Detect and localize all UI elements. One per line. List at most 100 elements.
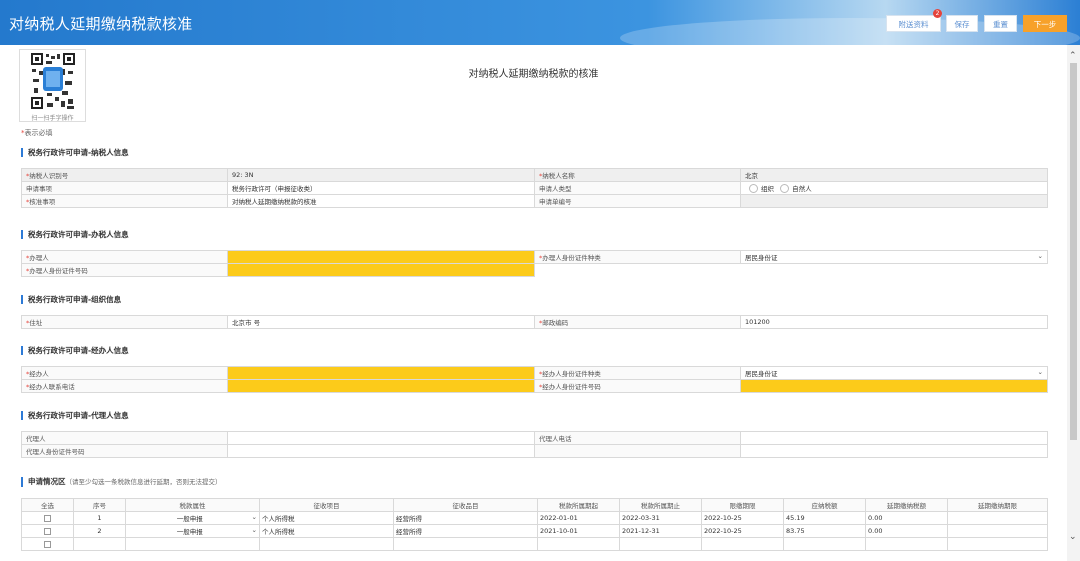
row-to: 2021-12-31 <box>619 524 702 538</box>
handler-idno-input[interactable] <box>227 263 535 277</box>
row-checkbox[interactable] <box>21 524 74 538</box>
agent-idno-input[interactable] <box>740 379 1048 393</box>
table-row: 2 一般申报 ⌄ 个人所得税 经营所得 2021-10-01 2021-12-31… <box>21 524 1048 538</box>
scroll-up-icon[interactable]: ⌃ <box>1069 51 1077 61</box>
app-header: 对纳税人延期缴纳税款核准 附送资料 2 保存 重置 下一步 <box>0 0 1080 45</box>
empty-cell <box>73 537 126 551</box>
row-to: 2022-03-31 <box>619 511 702 525</box>
row-delay-limit[interactable] <box>947 524 1048 538</box>
proxy-idno-input[interactable] <box>227 444 535 458</box>
empty-cell <box>783 537 866 551</box>
agent-label: *经办人 <box>21 366 228 380</box>
section-apply: 申请情况区（请至少勾选一条税款信息进行延期，否则无法提交） <box>21 477 222 487</box>
attach-docs-button[interactable]: 附送资料 <box>886 15 941 32</box>
proxy-phone-label: 代理人电话 <box>534 431 741 445</box>
agent-phone-label: *经办人联系电话 <box>21 379 228 393</box>
document-title: 对纳税人延期缴纳税款的核准 <box>468 69 599 80</box>
empty-cell <box>741 264 1048 277</box>
table-row: *纳税人识别号 92: 3N *纳税人名称 北京 <box>21 168 1048 182</box>
checkbox-icon[interactable] <box>44 540 51 548</box>
postcode-label: *邮政编码 <box>534 315 741 329</box>
row-delay-tax[interactable]: 0.00 <box>865 524 948 538</box>
proxy-label: 代理人 <box>21 431 228 445</box>
handler-input[interactable] <box>227 250 535 264</box>
next-step-button[interactable]: 下一步 <box>1023 15 1067 32</box>
table-row: *经办人联系电话 *经办人身份证件号码 <box>21 379 1048 393</box>
col-item: 征收项目 <box>259 498 394 512</box>
row-checkbox[interactable] <box>21 511 74 525</box>
required-note: *表示必填 <box>21 128 53 138</box>
taxpayer-name-value: 北京 <box>740 168 1048 182</box>
row-no: 1 <box>73 511 126 525</box>
proxy-idno-label: 代理人身份证件号码 <box>21 444 228 458</box>
agent-input[interactable] <box>227 366 535 380</box>
save-button[interactable]: 保存 <box>946 15 978 32</box>
proxy-phone-input[interactable] <box>740 431 1048 445</box>
attach-count-badge: 2 <box>933 9 942 18</box>
table-row: *核准事项 对纳税人延期缴纳税款的核准 申请单编号 <box>21 194 1048 208</box>
section-handler: 税务行政许可申请-办税人信息 <box>21 230 129 239</box>
row-tax: 83.75 <box>783 524 866 538</box>
row-sub: 经营所得 <box>393 524 538 538</box>
handler-idtype-label: *办理人身份证件种类 <box>534 250 741 264</box>
handler-table: *办理人 *办理人身份证件种类 居民身份证 ⌄ *办理人身份证件号码 <box>21 250 1048 277</box>
empty-cell <box>740 444 1048 458</box>
empty-cell <box>947 537 1048 551</box>
row-item: 个人所得税 <box>259 524 394 538</box>
row-no: 2 <box>73 524 126 538</box>
handler-label: *办理人 <box>21 250 228 264</box>
empty-cell <box>125 537 260 551</box>
row-sub: 经营所得 <box>393 511 538 525</box>
radio-org-label: 组织 <box>761 184 774 193</box>
table-row: 代理人身份证件号码 <box>21 444 1048 458</box>
taxpayer-id-label: *纳税人识别号 <box>21 168 228 182</box>
row-tax: 45.19 <box>783 511 866 525</box>
empty-cell <box>259 537 394 551</box>
agent-idtype-select[interactable]: 居民身份证 ⌄ <box>740 366 1048 380</box>
agent-idno-label: *经办人身份证件号码 <box>534 379 741 393</box>
table-row <box>21 537 1048 551</box>
proxy-input[interactable] <box>227 431 535 445</box>
qr-code-panel: 扫一扫手字操作 <box>19 49 86 122</box>
col-no: 序号 <box>73 498 126 512</box>
order-no-value <box>740 194 1048 208</box>
row-limit: 2022-10-25 <box>701 511 784 525</box>
row-from: 2021-10-01 <box>537 524 620 538</box>
row-attr-select[interactable]: 一般申报 ⌄ <box>125 511 260 525</box>
row-from: 2022-01-01 <box>537 511 620 525</box>
empty-cell <box>393 537 538 551</box>
row-attr-select[interactable]: 一般申报 ⌄ <box>125 524 260 538</box>
reset-button[interactable]: 重置 <box>984 15 1017 32</box>
col-delay-tax: 延期缴纳税额 <box>865 498 948 512</box>
table-row: 代理人 代理人电话 <box>21 431 1048 445</box>
vertical-scrollbar[interactable]: ⌃ ⌄ <box>1067 45 1080 561</box>
chevron-down-icon: ⌄ <box>251 513 257 521</box>
row-item: 个人所得税 <box>259 511 394 525</box>
checkbox-icon[interactable] <box>44 527 51 535</box>
handler-idtype-select[interactable]: 居民身份证 ⌄ <box>740 250 1048 264</box>
address-input[interactable]: 北京市 号 <box>227 315 535 329</box>
table-row: 1 一般申报 ⌄ 个人所得税 经营所得 2022-01-01 2022-03-31… <box>21 511 1048 525</box>
table-header-row: 全选 序号 税款属性 征收项目 征收品目 税款所属期起 税款所属期止 限缴期限 … <box>21 498 1048 512</box>
radio-person[interactable] <box>780 184 790 194</box>
col-from: 税款所属期起 <box>537 498 620 512</box>
scroll-down-icon[interactable]: ⌄ <box>1069 532 1077 542</box>
proxy-table: 代理人 代理人电话 代理人身份证件号码 <box>21 431 1048 458</box>
col-sub: 征收品目 <box>393 498 538 512</box>
col-select-all[interactable]: 全选 <box>21 498 74 512</box>
radio-org[interactable] <box>749 184 758 194</box>
form-content: 扫一扫手字操作 对纳税人延期缴纳税款的核准 *表示必填 税务行政许可申请-纳税人… <box>0 45 1067 561</box>
row-delay-tax[interactable]: 0.00 <box>865 511 948 525</box>
checkbox-icon[interactable] <box>44 514 51 522</box>
row-checkbox[interactable] <box>21 537 74 551</box>
scrollbar-thumb[interactable] <box>1070 63 1077 440</box>
page-title: 对纳税人延期缴纳税款核准 <box>9 15 193 33</box>
agent-phone-input[interactable] <box>227 379 535 393</box>
apply-item-label: 申请事项 <box>21 181 228 195</box>
chevron-down-icon: ⌄ <box>1037 368 1043 376</box>
section-proxy: 税务行政许可申请-代理人信息 <box>21 411 129 420</box>
postcode-input[interactable]: 101200 <box>740 315 1048 329</box>
row-delay-limit[interactable] <box>947 511 1048 525</box>
applicant-type-radios: 组织 自然人 <box>740 181 1048 195</box>
taxpayer-id-value: 92: 3N <box>227 168 535 182</box>
